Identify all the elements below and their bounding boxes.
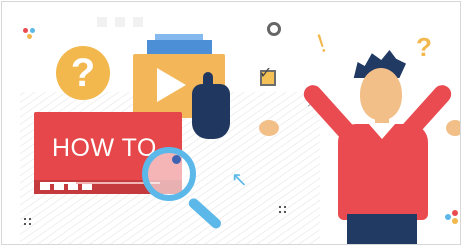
top-decor-squares	[97, 17, 143, 27]
play-icon	[157, 68, 186, 102]
play-control-icon	[54, 184, 64, 190]
decor-square	[97, 17, 107, 27]
red-dot	[23, 28, 28, 33]
exclamation-icon: !	[313, 27, 330, 59]
dot-grid-icon	[24, 218, 32, 226]
check-icon: ✓	[259, 65, 273, 82]
decor-square	[115, 17, 125, 27]
blue-dot	[30, 28, 35, 33]
colored-dots-left	[23, 28, 36, 41]
decor-square	[133, 17, 143, 27]
person-shirt	[338, 124, 428, 220]
prev-icon	[40, 184, 50, 190]
circle-outline-icon	[267, 22, 281, 36]
progress-fill	[40, 182, 76, 184]
howto-label: HOW TO	[52, 134, 157, 162]
person-head	[360, 68, 402, 120]
person-pants	[347, 214, 417, 244]
magnifier-dot	[172, 155, 181, 164]
question-circle-icon: ?	[56, 46, 110, 100]
magnifier-icon	[142, 147, 196, 201]
red-dot	[452, 210, 458, 216]
yellow-dot	[27, 34, 32, 39]
question-mark-text: ?	[70, 51, 96, 95]
yellow-dot	[452, 218, 458, 224]
blue-dot	[445, 214, 451, 220]
illustration-frame: ? HOW TO ↖ ! ? ✓ ×	[1, 1, 461, 245]
person-left-hand	[259, 120, 279, 136]
question-mark-icon: ?	[416, 32, 432, 62]
dot-grid-icon	[279, 206, 287, 214]
arrow-icon: ↖	[231, 169, 248, 191]
person-right-hand	[446, 120, 460, 136]
pointing-hand-icon	[192, 84, 230, 139]
colored-dots-right	[445, 210, 459, 224]
next-icon	[68, 184, 78, 190]
volume-icon	[82, 184, 92, 190]
progress-track	[40, 182, 160, 184]
